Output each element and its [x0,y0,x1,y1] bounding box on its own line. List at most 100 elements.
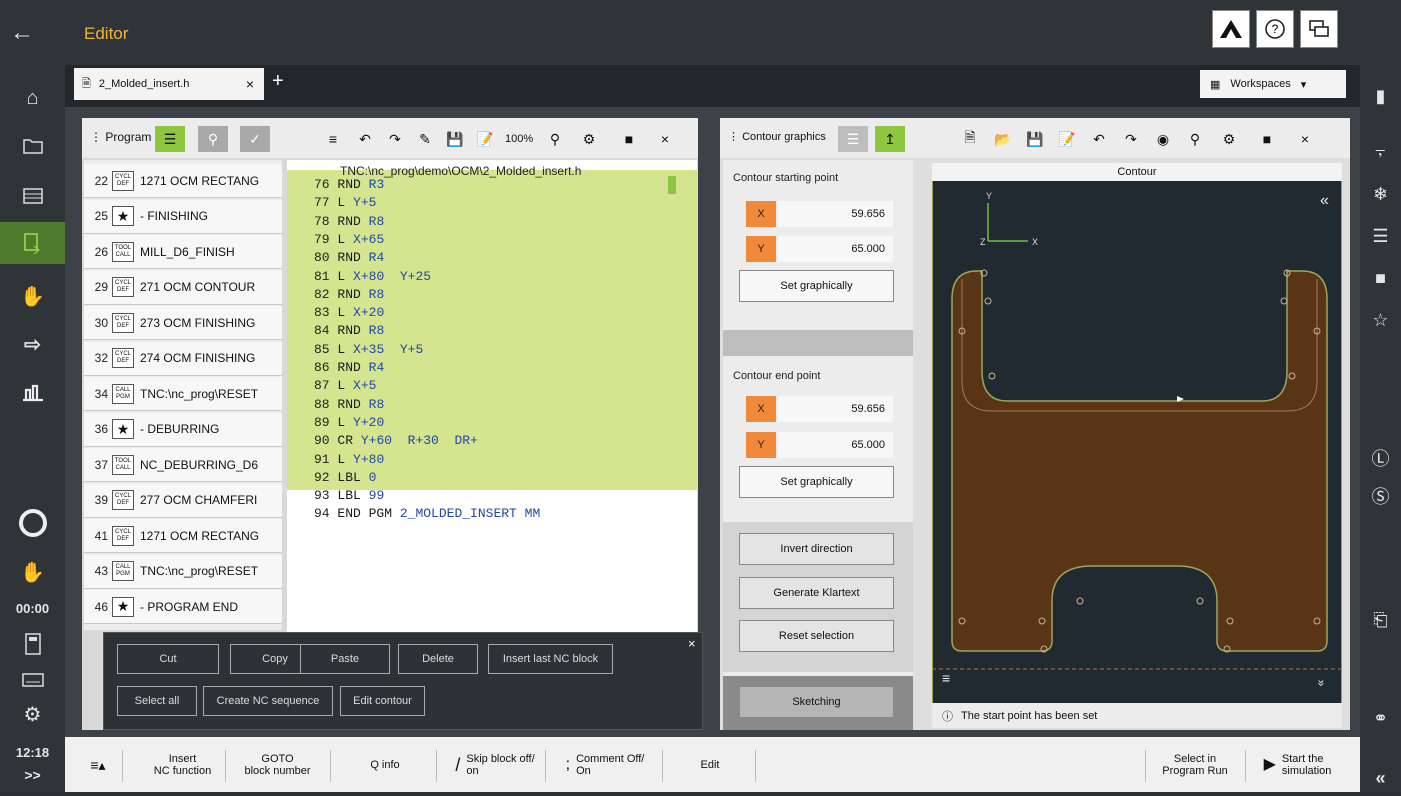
editor-icon[interactable] [0,222,65,264]
battery-icon[interactable]: ▮ [1360,78,1401,114]
eye-icon[interactable]: ◉ [1148,126,1178,152]
save-icon[interactable]: 💾 [440,126,470,152]
contour-list-icon[interactable]: ☰ [838,126,868,152]
delete-button[interactable]: Delete [398,644,478,674]
block-row[interactable]: 34 CALL PGM TNC:\nc_prog\RESET [84,377,282,411]
tab-file[interactable]: 🗎 2_Molded_insert.h × [74,68,264,100]
contour-settings-icon[interactable]: ⚙ [1214,126,1244,152]
block-row[interactable]: 41 CYCL DEF 1271 OCM RECTANG [84,519,282,553]
end-x-field[interactable]: 59.656 [778,396,893,422]
status-circle-icon[interactable] [0,500,65,546]
block-row[interactable]: 43 CALL PGM TNC:\nc_prog\RESET [84,554,282,589]
contour-zoom-icon[interactable]: ⚲ [1180,126,1210,152]
edit-button[interactable]: Edit [665,745,755,785]
code-line[interactable]: 93 LBL 99 [314,488,384,504]
contour-drawing[interactable]: Y Z X [932,181,1342,701]
contour-redo-icon[interactable]: ↷ [1116,126,1146,152]
redo-icon[interactable]: ↷ [380,126,410,152]
code-line[interactable]: 89 L Y+20 [314,415,384,431]
manual-hand-icon[interactable]: ✋ [0,276,65,316]
check-icon[interactable]: ✓ [240,126,270,152]
heidenhain-logo-icon[interactable] [1212,10,1250,48]
settings-gear-icon[interactable]: ⚙ [0,694,65,734]
code-line[interactable]: 83 L X+20 [314,305,384,321]
settings-icon[interactable]: ⚙ [574,126,604,152]
end-y-field[interactable]: 65.000 [778,432,893,458]
spindle-override-icon[interactable]: Ⓢ [1360,478,1401,514]
open-file-icon[interactable]: 📂 [988,126,1018,152]
splitter-handle[interactable] [723,330,913,356]
machine-status-icon[interactable]: ■ [1360,260,1401,296]
favorite-star-icon[interactable]: ☆ [1360,302,1401,338]
code-line[interactable]: 94 END PGM 2_MOLDED_INSERT MM [314,506,540,522]
select-in-program-run-button[interactable]: Select in Program Run [1150,745,1240,785]
new-file-icon[interactable]: 🗎 [955,126,985,152]
paste-button[interactable]: Paste [300,644,390,674]
expand-down-icon[interactable]: » [1314,680,1328,687]
search-icon[interactable]: ⚲ [198,126,228,152]
folder-icon[interactable] [0,126,65,166]
contour-undo-icon[interactable]: ↶ [1084,126,1114,152]
insert-nc-function-button[interactable]: Insert NC function [135,745,230,785]
code-line[interactable]: 88 RND R8 [314,397,384,413]
block-row[interactable]: 32 CYCL DEF 274 OCM FINISHING [84,341,282,376]
goto-block-button[interactable]: GOTO block number [230,745,325,785]
program-run-icon[interactable]: ⇨ [0,324,65,364]
save-as-icon[interactable]: 📝 [470,126,500,152]
create-nc-sequence-button[interactable]: Create NC sequence [203,686,333,716]
home-icon[interactable]: ⌂ [0,78,65,118]
code-line[interactable]: 90 CR Y+60 R+30 DR+ [314,433,478,449]
feed-override-icon[interactable]: Ⓛ [1360,440,1401,476]
code-line[interactable]: 85 L X+35 Y+5 [314,342,423,358]
insert-last-block-button[interactable]: Insert last NC block [488,644,613,674]
contour-save-icon[interactable]: 💾 [1020,126,1050,152]
block-row[interactable]: 26 TOOL CALL MILL_D6_FINISH [84,235,282,269]
invert-direction-button[interactable]: Invert direction [739,533,894,565]
start-y-field[interactable]: 65.000 [778,236,893,262]
coolant-icon[interactable]: ❄ [1360,176,1401,212]
code-line[interactable]: 87 L X+5 [314,378,376,394]
block-row[interactable]: 37 TOOL CALL NC_DEBURRING_D6 [84,448,282,482]
maximize-icon[interactable]: ■ [614,126,644,152]
sketching-button[interactable]: Sketching [739,686,894,718]
block-row[interactable]: 36 ★ - DEBURRING [84,412,282,447]
reset-selection-button[interactable]: Reset selection [739,620,894,652]
contour-save-as-icon[interactable]: 📝 [1052,126,1082,152]
undo-icon[interactable]: ↶ [350,126,380,152]
code-line[interactable]: 86 RND R4 [314,360,384,376]
probe-icon[interactable]: ⍪ [1360,134,1401,170]
zoom-level[interactable]: 100% [505,133,533,145]
expand-icon[interactable]: >> [0,764,65,786]
add-tab-button[interactable]: + [272,70,284,93]
set-graphically-start-button[interactable]: Set graphically [739,270,894,302]
code-line[interactable]: 76 RND R3 [314,177,384,193]
start-simulation-button[interactable]: ▶ Start the simulation [1250,745,1345,785]
menu-sort-icon[interactable]: ≡ [318,126,348,152]
code-line[interactable]: 78 RND R8 [314,214,384,230]
select-all-button[interactable]: Select all [117,686,197,716]
zoom-icon[interactable]: ⚲ [540,126,570,152]
windows-icon[interactable] [1300,10,1338,48]
list-toggle-icon[interactable]: ≡ [942,670,950,686]
code-line[interactable]: 91 L Y+80 [314,452,384,468]
close-program-icon[interactable]: × [650,126,680,152]
block-row[interactable]: 30 CYCL DEF 273 OCM FINISHING [84,306,282,340]
block-row[interactable]: 46 ★ - PROGRAM END [84,590,282,624]
code-line[interactable]: 81 L X+80 Y+25 [314,269,431,285]
tab-close-icon[interactable]: × [246,76,254,92]
edit-file-icon[interactable]: ✎ [410,126,440,152]
bottom-menu-icon[interactable]: ≡▴ [78,745,118,785]
code-line[interactable]: 80 RND R4 [314,250,384,266]
code-line[interactable]: 84 RND R8 [314,323,384,339]
calculator-icon[interactable] [0,624,65,664]
back-arrow-icon[interactable]: ← [10,18,50,48]
generate-klartext-button[interactable]: Generate Klartext [739,577,894,609]
block-row[interactable]: 22 CYCL DEF 1271 OCM RECTANG [84,164,282,198]
user-icon[interactable]: ⚭ [1360,700,1401,736]
help-icon[interactable]: ? [1256,10,1294,48]
set-graphically-end-button[interactable]: Set graphically [739,466,894,498]
upload-icon[interactable]: ↥ [875,126,905,152]
code-line[interactable]: 79 L X+65 [314,232,384,248]
code-line[interactable]: 77 L Y+5 [314,195,376,211]
start-x-field[interactable]: 59.656 [778,201,893,227]
